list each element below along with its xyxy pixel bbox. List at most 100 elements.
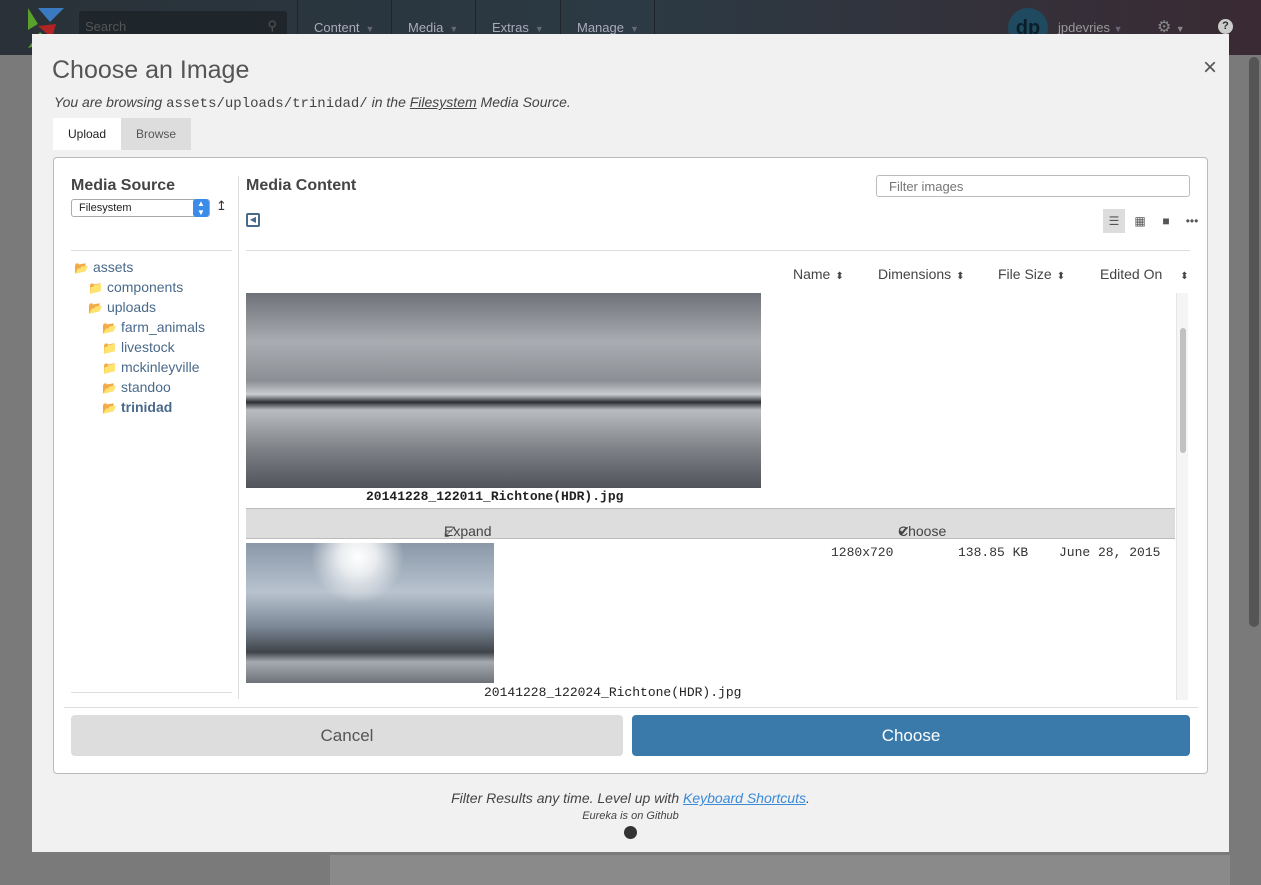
sort-icon: ⬍ (956, 271, 965, 282)
file-list: 20141228_122011_Richtone(HDR).jpg ⤢ Expa… (246, 293, 1176, 700)
folder-open-icon: 📂 (102, 381, 117, 395)
folder-label: mckinleyville (120, 359, 200, 375)
nav-label: Content (314, 20, 360, 35)
folder-label: uploads (106, 299, 156, 315)
media-content-title: Media Content (246, 177, 357, 194)
choose-image-modal: Choose an Image × You are browsing asset… (32, 34, 1229, 852)
nav-label: Media (408, 20, 444, 35)
media-source-link[interactable]: Filesystem (410, 94, 477, 110)
select-arrows-icon: ▲ ▼ (193, 199, 209, 217)
column-label: File Size (998, 266, 1052, 282)
username: jpdevries (1058, 20, 1111, 35)
column-file-size[interactable]: File Size ⬍ (998, 266, 1065, 282)
tab-upload[interactable]: Upload (53, 118, 122, 150)
more-options-icon[interactable]: ••• (1181, 209, 1203, 233)
tree-item-uploads[interactable]: 📂 uploads (74, 298, 205, 318)
file-name[interactable]: 20141228_122024_Richtone(HDR).jpg (484, 685, 741, 700)
file-name[interactable]: 20141228_122011_Richtone(HDR).jpg (366, 489, 623, 504)
thumbnail-view-icon[interactable]: ■ (1155, 209, 1177, 233)
choose-label: Choose (898, 523, 947, 539)
browser-panel: Media Source Filesystem ▲ ▼ ↥ 📂 assets 📁 com… (53, 157, 1208, 774)
folder-open-icon: 📂 (102, 401, 117, 415)
help-icon[interactable]: ? (1218, 19, 1233, 34)
media-source-title: Media Source (71, 177, 176, 194)
filter-images-input[interactable] (876, 175, 1190, 197)
search-placeholder: Search (85, 19, 127, 34)
selected-source: Filesystem (79, 202, 132, 214)
folder-icon: 📁 (102, 341, 117, 355)
tree-item-standoo[interactable]: 📂 standoo (74, 378, 205, 398)
subtitle-middle: in the (371, 94, 406, 110)
column-label: Dimensions (878, 266, 952, 282)
file-dimensions: 1280x720 (831, 545, 894, 560)
collapse-sidebar-icon[interactable]: ◀ (246, 213, 260, 227)
chevron-down-icon: ▼ (365, 24, 375, 34)
column-edited-on[interactable]: Edited On ⬍ (1100, 266, 1189, 282)
folder-label: trinidad (120, 399, 173, 415)
github-note: Eureka is on Github (582, 810, 679, 822)
cancel-button[interactable]: Cancel (71, 715, 623, 756)
image-thumbnail[interactable] (246, 543, 494, 683)
tabs: Upload Browse (53, 118, 192, 150)
column-label: Edited On (1100, 266, 1163, 282)
list-view-icon[interactable]: ☰ (1103, 209, 1125, 233)
sort-icon: ⬍ (1180, 271, 1189, 282)
chevron-down-icon: ▼ (449, 24, 459, 34)
tab-browse[interactable]: Browse (121, 118, 192, 150)
divider (71, 692, 232, 693)
file-edited: June 28, 2015 (1059, 545, 1161, 560)
tree-item-mckinleyville[interactable]: 📁 mckinleyville (74, 358, 205, 378)
chevron-down-icon: ▼ (629, 24, 639, 34)
modal-title: Choose an Image (52, 56, 250, 84)
user-menu[interactable]: jpdevries ▼ (1058, 20, 1123, 35)
divider (64, 707, 1198, 708)
folder-open-icon: 📂 (102, 321, 117, 335)
tree-item-farm-animals[interactable]: 📂 farm_animals (74, 318, 205, 338)
file-actions-bar: ⤢ Expand ✔ Choose (246, 508, 1175, 539)
folder-icon: 📁 (102, 361, 117, 375)
expand-label: Expand (444, 523, 492, 539)
tree-item-components[interactable]: 📁 components (74, 278, 205, 298)
scrollbar-thumb[interactable] (1180, 328, 1186, 453)
github-icon[interactable] (624, 826, 637, 839)
media-source-select[interactable]: Filesystem ▲ ▼ (71, 199, 210, 217)
file-list-scrollbar[interactable] (1176, 293, 1188, 700)
search-icon[interactable]: ⚲ (267, 18, 277, 34)
grid-view-icon[interactable]: ▦ (1129, 209, 1151, 233)
column-name[interactable]: Name ⬍ (793, 266, 844, 282)
hint-text: Filter Results any time. Level up with (451, 790, 680, 806)
folder-label: standoo (120, 379, 171, 395)
folder-open-icon: 📂 (88, 301, 103, 315)
folder-open-icon: 📂 (74, 261, 89, 275)
column-dimensions[interactable]: Dimensions ⬍ (878, 266, 965, 282)
up-directory-icon[interactable]: ↥ (216, 198, 227, 214)
subtitle-suffix: Media Source. (480, 94, 571, 110)
page-scrollbar[interactable] (1249, 57, 1259, 627)
folder-label: assets (92, 259, 134, 275)
view-switcher: ☰ ▦ ■ ••• (1103, 209, 1203, 233)
keyboard-shortcuts-link[interactable]: Keyboard Shortcuts (683, 790, 806, 806)
subtitle-prefix: You are browsing (54, 94, 163, 110)
folder-label: components (106, 279, 184, 295)
chevron-down-icon: ▼ (534, 24, 544, 34)
tree-item-livestock[interactable]: 📁 livestock (74, 338, 205, 358)
divider (238, 176, 239, 699)
nav-label: Extras (492, 20, 529, 35)
folder-icon: 📁 (88, 281, 103, 295)
current-path: assets/uploads/trinidad/ (166, 96, 368, 112)
file-size: 138.85 KB (958, 545, 1029, 560)
folder-tree: 📂 assets 📁 components 📂 uploads 📂 farm_anima… (74, 258, 205, 418)
tree-item-trinidad[interactable]: 📂 trinidad (74, 398, 205, 418)
browsing-info: You are browsing assets/uploads/trinidad… (54, 94, 571, 112)
tree-item-assets[interactable]: 📂 assets (74, 258, 205, 278)
background-panel (330, 855, 1230, 885)
folder-label: livestock (120, 339, 175, 355)
divider (246, 250, 1190, 251)
image-thumbnail[interactable] (246, 293, 761, 488)
choose-button[interactable]: Choose (632, 715, 1190, 756)
footer-hint: Filter Results any time. Level up with K… (451, 790, 810, 806)
close-icon[interactable]: × (1203, 54, 1217, 82)
folder-label: farm_animals (120, 319, 205, 335)
sort-icon: ⬍ (835, 271, 844, 282)
nav-label: Manage (577, 20, 624, 35)
